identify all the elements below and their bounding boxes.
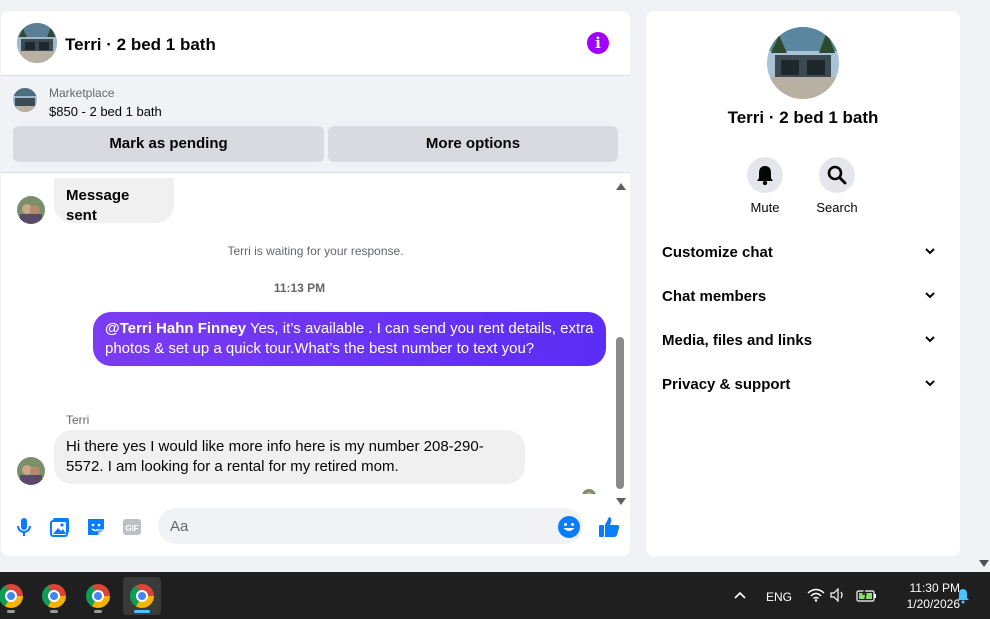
chevron-down-icon xyxy=(925,248,935,255)
search-label: Search xyxy=(816,200,858,215)
marketplace-banner: Marketplace $850 - 2 bed 1 bath Mark as … xyxy=(1,76,630,173)
chrome-taskbar-app[interactable] xyxy=(35,577,73,615)
scroll-up-arrow-icon[interactable] xyxy=(616,183,626,190)
photo-icon[interactable] xyxy=(48,515,72,539)
contact-avatar[interactable] xyxy=(17,457,45,485)
chrome-taskbar-app[interactable] xyxy=(79,577,117,615)
privacy-support-section[interactable]: Privacy & support xyxy=(662,363,944,407)
mute-button[interactable]: Mute xyxy=(735,157,795,215)
outgoing-message-bubble[interactable]: @Terri Hahn Finney Yes, it’s available .… xyxy=(93,312,606,366)
active-indicator xyxy=(134,610,150,613)
marketplace-label: Marketplace xyxy=(49,86,115,100)
chrome-icon xyxy=(42,584,66,608)
message-sent-text: Message sent xyxy=(66,187,130,224)
mention-link[interactable]: @Terri Hahn Finney xyxy=(105,320,246,337)
contact-avatar[interactable] xyxy=(17,196,45,224)
message-composer: GIF xyxy=(1,501,630,556)
details-avatar[interactable] xyxy=(767,27,839,99)
chat-members-section[interactable]: Chat members xyxy=(662,275,944,319)
chrome-icon xyxy=(86,584,110,608)
conversation-title[interactable]: Terri · 2 bed 1 bath xyxy=(65,35,216,55)
details-title: Terri · 2 bed 1 bath xyxy=(727,108,879,127)
notification-bell-icon[interactable] xyxy=(955,588,971,604)
media-files-links-section[interactable]: Media, files and links xyxy=(662,319,944,363)
chevron-down-icon xyxy=(925,336,935,343)
section-label: Chat members xyxy=(662,288,767,305)
message-scrollbar[interactable] xyxy=(613,181,627,507)
incoming-message-text: Hi there yes I would like more info here… xyxy=(66,438,484,475)
section-label: Customize chat xyxy=(662,244,773,261)
mute-label: Mute xyxy=(750,200,780,215)
running-indicator xyxy=(94,610,102,613)
chevron-down-icon xyxy=(925,292,935,299)
microphone-icon[interactable] xyxy=(12,515,36,539)
chrome-taskbar-app[interactable] xyxy=(0,577,30,615)
conversation-details-panel: Terri · 2 bed 1 bath Mute Search Customi… xyxy=(646,11,960,556)
mark-as-pending-button[interactable]: Mark as pending xyxy=(13,126,324,162)
emoji-icon[interactable] xyxy=(557,515,581,539)
listing-price-title[interactable]: $850 - 2 bed 1 bath xyxy=(49,104,162,119)
sticker-icon[interactable] xyxy=(84,515,108,539)
incoming-message-bubble[interactable]: Hi there yes I would like more info here… xyxy=(54,430,525,484)
waiting-notice: Terri is waiting for your response. xyxy=(227,244,404,258)
clock-time: 11:30 PM xyxy=(909,581,960,595)
seen-indicator-avatar xyxy=(582,489,596,494)
sender-name: Terri xyxy=(66,413,90,427)
more-options-button[interactable]: More options xyxy=(328,126,618,162)
running-indicator xyxy=(50,610,58,613)
message-list: Message sent Terri is waiting for your r… xyxy=(1,174,630,494)
wifi-icon[interactable] xyxy=(807,588,825,602)
chrome-icon xyxy=(130,584,154,608)
chrome-icon xyxy=(0,584,23,608)
scroll-thumb[interactable] xyxy=(616,337,624,489)
customize-chat-section[interactable]: Customize chat xyxy=(662,231,944,275)
running-indicator xyxy=(7,610,15,613)
chat-panel: Terri · 2 bed 1 bath i Marketplace $850 … xyxy=(1,11,630,556)
conversation-avatar[interactable] xyxy=(17,23,57,63)
chat-header: Terri · 2 bed 1 bath i xyxy=(1,11,630,76)
gif-icon[interactable]: GIF xyxy=(120,515,144,539)
windows-taskbar: ENG 11:30 PM 1/20/2026 xyxy=(0,572,990,619)
clock-date: 1/20/2026 xyxy=(906,597,960,611)
language-indicator[interactable]: ENG xyxy=(766,590,792,604)
message-timestamp: 11:13 PM xyxy=(273,281,326,295)
section-label: Media, files and links xyxy=(662,332,813,349)
battery-icon[interactable] xyxy=(856,587,878,603)
chevron-up-icon[interactable] xyxy=(733,590,747,600)
chevron-down-icon xyxy=(925,380,935,387)
info-icon[interactable]: i xyxy=(587,32,609,54)
search-icon[interactable] xyxy=(819,157,855,193)
message-sent-bubble: Message sent xyxy=(54,178,174,224)
system-clock[interactable]: 11:30 PM 1/20/2026 xyxy=(886,580,960,612)
gif-label: GIF xyxy=(125,524,138,533)
page-scroll-down-arrow-icon[interactable] xyxy=(979,560,989,567)
volume-icon[interactable] xyxy=(830,588,846,602)
chrome-taskbar-app-active[interactable] xyxy=(123,577,161,615)
bell-icon[interactable] xyxy=(747,157,783,193)
section-label: Privacy & support xyxy=(662,376,791,393)
search-button[interactable]: Search xyxy=(807,157,867,215)
message-input[interactable] xyxy=(158,508,583,544)
thumbs-up-icon[interactable] xyxy=(597,515,621,539)
listing-thumbnail[interactable] xyxy=(13,88,37,112)
